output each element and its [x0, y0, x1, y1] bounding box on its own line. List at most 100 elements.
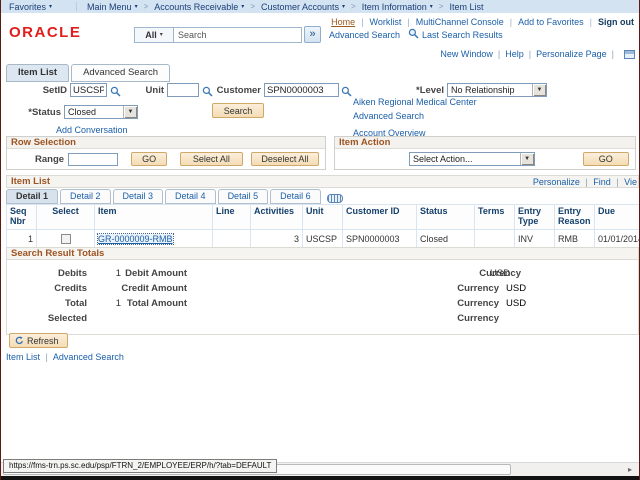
col-unit: Unit: [303, 205, 343, 230]
search-results-icon: [408, 28, 419, 41]
breadcrumb-label: Item Information: [362, 2, 427, 12]
last-search-results-link[interactable]: Last Search Results: [422, 30, 503, 40]
level-value: No Relationship: [448, 85, 532, 95]
multichannel-console-link[interactable]: MultiChannel Console: [416, 17, 504, 27]
col-entry-reason: Entry Reason: [555, 205, 595, 230]
item-action-box: Item Action Select Action... GO: [334, 136, 636, 170]
totals-section: Search Result Totals Debits 1 Debit Amou…: [6, 248, 639, 335]
refresh-label: Refresh: [27, 336, 59, 346]
chevron-down-icon: ▾: [342, 3, 345, 10]
item-id-link[interactable]: GR-0000009-RMB: [98, 234, 173, 244]
sign-out-link[interactable]: Sign out: [598, 17, 634, 27]
home-link[interactable]: Home: [331, 17, 355, 27]
cell-seq: 1: [7, 229, 37, 249]
customer-lookup-icon[interactable]: [341, 84, 352, 102]
search-input[interactable]: [174, 27, 302, 43]
tab-advanced-search[interactable]: Advanced Search: [71, 64, 170, 82]
col-status: Status: [417, 205, 475, 230]
cell-customer-id: SPN0000003: [343, 229, 417, 249]
personalize-page-link[interactable]: Personalize Page: [536, 49, 607, 59]
row-selection-box: Row Selection Range GO Select All Desele…: [6, 136, 326, 170]
col-entry-type: Entry Type: [515, 205, 555, 230]
currency-label: Currency: [442, 298, 499, 309]
status-select[interactable]: Closed: [64, 105, 138, 119]
chevron-down-icon: ▾: [49, 3, 52, 10]
breadcrumb-main-menu[interactable]: Main Menu▾: [87, 2, 138, 12]
scrollbar-right-arrow[interactable]: [624, 464, 636, 475]
customer-name-link[interactable]: Aiken Regional Medical Center: [353, 97, 477, 107]
totals-section-title: Search Result Totals: [11, 248, 104, 259]
totals-row-debits: Debits 1 Debit Amount CurrencyUSD: [7, 266, 638, 281]
header: ORACLE All▾ Advanced Search Last Search …: [1, 13, 639, 46]
setid-lookup-icon[interactable]: [110, 84, 121, 102]
currency-value: USD: [490, 268, 510, 279]
detail-tab-2[interactable]: Detail 2: [60, 189, 111, 204]
refresh-button[interactable]: Refresh: [9, 333, 68, 348]
view-all-link[interactable]: Vie: [624, 177, 637, 187]
breadcrumb-item-information[interactable]: Item Information▾: [362, 2, 433, 12]
cell-unit: USCSP: [303, 229, 343, 249]
select-all-button[interactable]: Select All: [180, 152, 243, 166]
currency-label: Currency: [442, 283, 499, 294]
setid-input[interactable]: [70, 83, 107, 97]
range-go-button[interactable]: GO: [131, 152, 167, 166]
add-conversation-link[interactable]: Add Conversation: [56, 125, 128, 135]
breadcrumb-favorites[interactable]: Favorites▾: [9, 2, 52, 12]
breadcrumb: Favorites▾ Main Menu▾ > Accounts Receiva…: [1, 0, 639, 13]
col-customer-id: Customer ID: [343, 205, 417, 230]
totals-row-total: Total 1 Total Amount Currency USD: [7, 296, 638, 311]
footer-item-list-link[interactable]: Item List: [6, 352, 40, 362]
worklist-link[interactable]: Worklist: [370, 17, 402, 27]
show-all-columns-icon[interactable]: [327, 194, 343, 203]
new-window-link[interactable]: New Window: [440, 49, 493, 59]
breadcrumb-separator: >: [250, 2, 255, 11]
http-window-icon[interactable]: [624, 50, 635, 59]
item-list-section: Item List Personalize | Find | Vie Detai…: [6, 175, 639, 249]
taskbar-edge: [1, 476, 639, 480]
detail-tab-1[interactable]: Detail 1: [6, 189, 58, 204]
header-links: Home | Worklist | MultiChannel Console |…: [331, 17, 634, 27]
global-search-bar: All▾ Advanced Search Last Search Results: [134, 26, 503, 43]
totals-row-selected: Selected Currency: [7, 311, 638, 326]
unit-input[interactable]: [167, 83, 199, 97]
oracle-logo: ORACLE: [9, 24, 81, 41]
footer-advanced-search-link[interactable]: Advanced Search: [53, 352, 124, 362]
help-link[interactable]: Help: [505, 49, 524, 59]
credits-label: Credits: [7, 283, 87, 294]
select-checkbox[interactable]: [61, 234, 71, 244]
chevron-down-icon: ▾: [160, 31, 163, 38]
status-label: *Status: [15, 107, 61, 118]
level-select[interactable]: No Relationship: [447, 83, 547, 97]
total-amount-label: Total Amount: [121, 298, 187, 309]
advanced-search-page-link[interactable]: Advanced Search: [353, 111, 424, 121]
breadcrumb-accounts-receivable[interactable]: Accounts Receivable▾: [154, 2, 244, 12]
search-scope-dropdown[interactable]: All▾: [134, 27, 174, 43]
cell-due: 01/01/2014: [595, 229, 640, 249]
item-action-go-button[interactable]: GO: [583, 152, 629, 166]
find-link[interactable]: Find: [593, 177, 611, 187]
detail-tab-5[interactable]: Detail 5: [218, 189, 269, 204]
range-input[interactable]: [68, 153, 118, 166]
setid-label: SetID: [19, 85, 67, 96]
breadcrumb-label: Main Menu: [87, 2, 132, 12]
col-select: Select: [37, 205, 95, 230]
detail-tab-3[interactable]: Detail 3: [113, 189, 164, 204]
search-button[interactable]: Search: [212, 103, 264, 118]
deselect-all-button[interactable]: Deselect All: [251, 152, 319, 166]
customer-input[interactable]: [264, 83, 339, 97]
unit-label: Unit: [121, 85, 164, 96]
cell-status: Closed: [417, 229, 475, 249]
item-action-select[interactable]: Select Action...: [409, 152, 535, 166]
total-label: Total: [7, 298, 87, 309]
personalize-link[interactable]: Personalize: [533, 177, 580, 187]
currency-label: CurrencyUSD: [464, 268, 521, 279]
search-submit-button[interactable]: [304, 26, 321, 43]
tab-item-list[interactable]: Item List: [6, 64, 69, 82]
add-to-favorites-link[interactable]: Add to Favorites: [518, 17, 584, 27]
breadcrumb-customer-accounts[interactable]: Customer Accounts▾: [261, 2, 345, 12]
detail-tab-4[interactable]: Detail 4: [165, 189, 216, 204]
col-terms: Terms: [475, 205, 515, 230]
status-value: Closed: [65, 107, 123, 117]
advanced-search-link[interactable]: Advanced Search: [329, 30, 400, 40]
detail-tab-6[interactable]: Detail 6: [270, 189, 321, 204]
